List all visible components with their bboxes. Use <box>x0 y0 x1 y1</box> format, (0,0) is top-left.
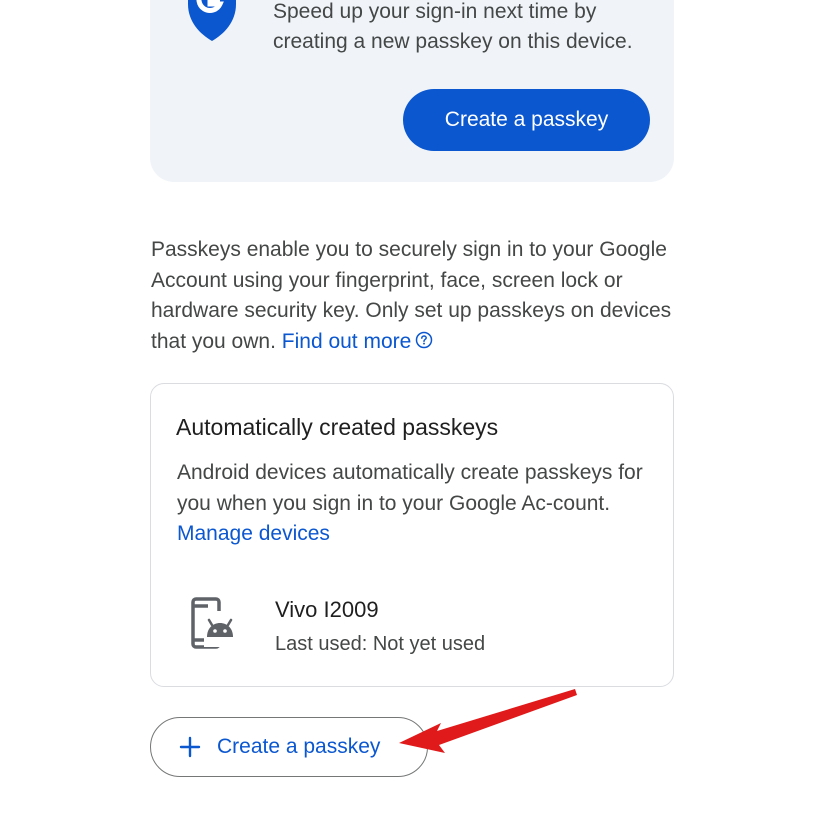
auto-passkeys-text: Android devices automatically create pas… <box>177 461 643 515</box>
annotation-arrow-icon <box>399 689 577 753</box>
device-name: Vivo I2009 <box>275 597 379 622</box>
passkeys-page: Speed up your sign-in next time by creat… <box>0 0 825 825</box>
auto-passkeys-title: Automatically created passkeys <box>176 414 499 440</box>
plus-icon <box>179 736 201 758</box>
create-passkey-button[interactable]: Create a passkey <box>150 717 428 777</box>
create-passkey-primary-button[interactable]: Create a passkey <box>403 89 650 151</box>
manage-devices-link[interactable]: Manage devices <box>177 522 330 545</box>
passkeys-description: Passkeys enable you to securely sign in … <box>151 235 681 357</box>
help-circle-icon[interactable] <box>415 331 433 349</box>
device-last-used: Last used: Not yet used <box>275 633 486 655</box>
create-passkey-button-label: Create a passkey <box>217 735 381 758</box>
promo-text: Speed up your sign-in next time by creat… <box>273 0 633 53</box>
auto-passkeys-description: Android devices automatically create pas… <box>177 458 647 550</box>
android-phone-icon <box>191 597 236 649</box>
google-shield-icon <box>188 0 236 41</box>
find-out-more-link[interactable]: Find out more <box>282 330 412 353</box>
